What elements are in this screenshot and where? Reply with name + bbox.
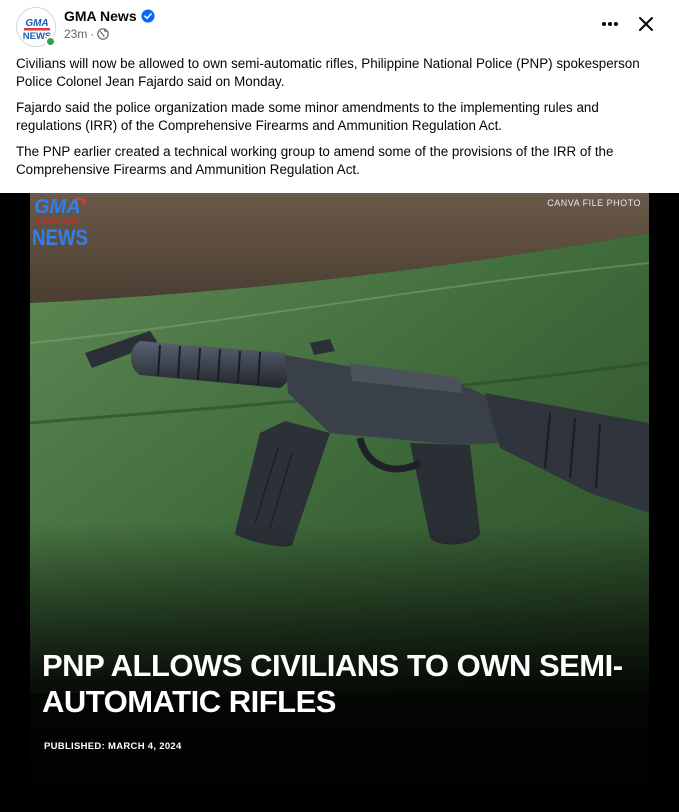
- online-indicator: [45, 36, 56, 47]
- more-options-button[interactable]: [596, 10, 624, 38]
- page-name-label[interactable]: GMA News: [64, 8, 137, 24]
- post-header: GMA NEWS GMA News 23m ·: [0, 0, 679, 52]
- page-name[interactable]: GMA News: [64, 8, 155, 24]
- rifle-photo: CANVA FILE PHOTO PNP ALLOWS CIVILIANS TO…: [30, 193, 649, 812]
- svg-text:GMA: GMA: [25, 18, 48, 29]
- close-icon: [639, 17, 653, 31]
- photo-credit: CANVA FILE PHOTO: [547, 198, 641, 208]
- svg-text:NEWS: NEWS: [32, 225, 88, 249]
- post-meta: 23m ·: [64, 27, 110, 41]
- svg-text:GMA: GMA: [34, 196, 81, 218]
- gma-integrated-news-logo: GMA INTEGRATED NEWS: [32, 196, 88, 249]
- meta-separator: ·: [90, 27, 95, 41]
- verified-badge-icon: [141, 9, 155, 23]
- post-timestamp[interactable]: 23m: [64, 27, 87, 41]
- post-paragraph: The PNP earlier created a technical work…: [16, 144, 614, 177]
- published-date: PUBLISHED: MARCH 4, 2024: [44, 741, 182, 752]
- post-paragraph: Fajardo said the police organization mad…: [16, 100, 599, 133]
- post-image[interactable]: CANVA FILE PHOTO PNP ALLOWS CIVILIANS TO…: [0, 193, 679, 812]
- image-headline: PNP ALLOWS CIVILIANS TO OWN SEMI-AUTOMAT…: [42, 648, 623, 719]
- svg-text:INTEGRATED: INTEGRATED: [36, 218, 78, 225]
- globe-icon: [97, 28, 110, 40]
- more-options-icon: [602, 22, 618, 26]
- close-button[interactable]: [632, 10, 660, 38]
- post-paragraph: Civilians will now be allowed to own sem…: [16, 56, 640, 89]
- post-text: Civilians will now be allowed to own sem…: [16, 55, 666, 187]
